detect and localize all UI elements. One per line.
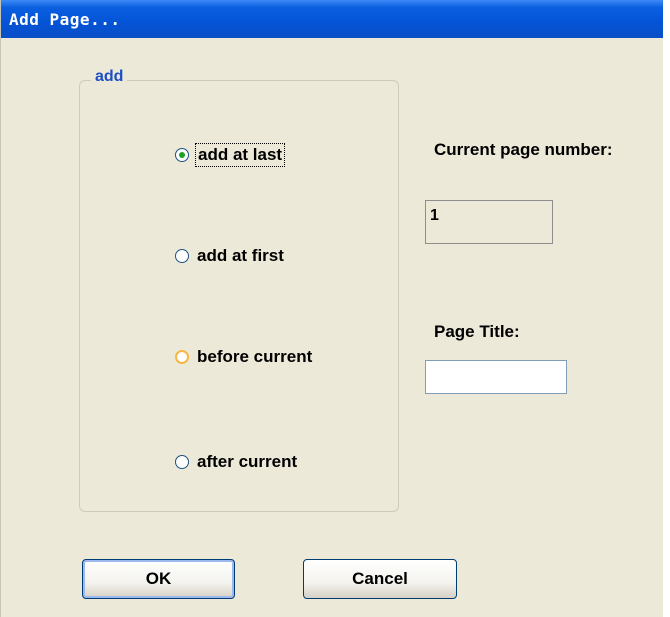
- group-legend: add: [91, 68, 128, 86]
- radio-button-icon[interactable]: [175, 350, 189, 364]
- radio-option-before-current[interactable]: before current: [175, 344, 314, 370]
- radio-button-icon[interactable]: [175, 148, 189, 162]
- current-page-number-field: 1: [425, 200, 553, 244]
- radio-option-after-current[interactable]: after current: [175, 449, 299, 475]
- add-page-dialog: Add Page... add add at last add at first…: [0, 0, 663, 617]
- window-title: Add Page...: [9, 10, 121, 29]
- page-title-input[interactable]: [425, 360, 567, 394]
- ok-button[interactable]: OK: [82, 559, 235, 599]
- radio-label[interactable]: add at last: [195, 143, 286, 167]
- radio-label[interactable]: add at first: [195, 245, 286, 267]
- current-page-number-label: Current page number:: [434, 140, 613, 159]
- title-bar[interactable]: Add Page...: [1, 0, 663, 38]
- page-title-label: Page Title:: [434, 322, 520, 341]
- radio-label[interactable]: after current: [195, 451, 299, 473]
- radio-button-icon[interactable]: [175, 249, 189, 263]
- radio-label[interactable]: before current: [195, 346, 314, 368]
- radio-option-add-at-first[interactable]: add at first: [175, 243, 286, 269]
- radio-button-icon[interactable]: [175, 455, 189, 469]
- cancel-button[interactable]: Cancel: [303, 559, 457, 599]
- radio-option-add-at-last[interactable]: add at last: [175, 142, 286, 168]
